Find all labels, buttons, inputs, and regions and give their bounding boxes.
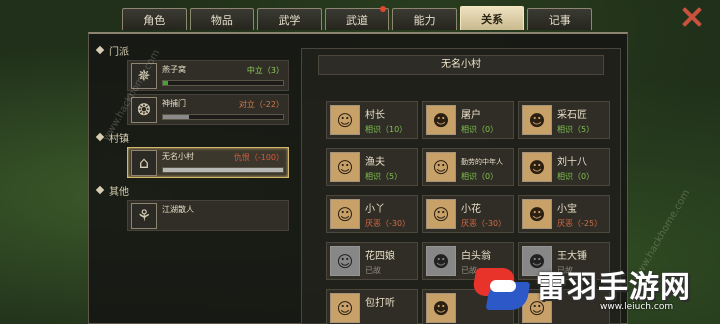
tab-label: 武学 — [278, 13, 301, 27]
tab-label: 物品 — [210, 13, 233, 27]
faction-list: 门派 ✵ 燕子窝 中立（3） ❂ 神捕门 对立（-22） 村镇 ⌂ 无名小村 仇恨（-100） 其他 ⚘… — [93, 38, 293, 322]
npc-status: 相识（0） — [461, 172, 499, 181]
diamond-icon — [95, 185, 105, 195]
relation-status: 对立（-22） — [238, 99, 284, 109]
faction-info: 神捕门 对立（-22） — [162, 97, 288, 123]
relation-bar — [162, 79, 284, 86]
tab-label: 记事 — [548, 13, 571, 27]
section-label: 其他 — [109, 186, 129, 198]
section-header[interactable]: 村镇 — [95, 129, 293, 145]
npc-status: 厌恶（-30） — [365, 219, 411, 228]
tab-1[interactable]: 物品 — [189, 8, 255, 30]
section-label: 门派 — [109, 46, 129, 58]
npc-name: 小丫 — [365, 204, 385, 215]
npc-card[interactable]: ☺ 渔夫相识（5） — [326, 148, 418, 186]
npc-name: 花四娘 — [365, 251, 395, 262]
tab-3[interactable]: 武道 — [324, 6, 390, 30]
npc-status: 相识（10） — [365, 125, 408, 134]
relation-bar — [162, 166, 284, 173]
npc-portrait-icon: ☺ — [330, 293, 360, 323]
npc-name: 村长 — [365, 110, 385, 121]
tab-2[interactable]: 武学 — [257, 8, 322, 30]
npc-portrait-icon: ☻ — [522, 152, 552, 182]
faction-entry[interactable]: ⌂ 无名小村 仇恨（-100） — [127, 147, 289, 178]
npc-portrait-icon: ☺ — [330, 246, 360, 276]
relation-bar-fill — [163, 114, 190, 119]
npc-status: 相识（5） — [557, 125, 595, 134]
faction-name: 神捕门 — [162, 98, 186, 108]
tab-5[interactable]: 关系 — [459, 6, 525, 30]
npc-card[interactable]: ☺ 小花厌恶（-30） — [422, 195, 514, 233]
faction-emblem-icon: ⚘ — [131, 202, 157, 229]
npc-card[interactable]: ☺ 包打听 — [326, 289, 418, 324]
notification-dot-icon — [380, 6, 387, 12]
tab-4[interactable]: 能力 — [392, 8, 457, 30]
npc-status: 厌恶（-25） — [557, 219, 603, 228]
npc-card[interactable]: ☺ 勤劳的中年人 相识（0） — [422, 148, 514, 186]
faction-info: 燕子窝 中立（3） — [162, 63, 288, 89]
npc-portrait-icon: ☺ — [330, 152, 360, 182]
npc-name: 采石匠 — [557, 110, 587, 121]
npc-name: 勤劳的中年人 — [461, 158, 503, 166]
npc-status: 相识（0） — [557, 172, 595, 181]
site-logo: 雷羽手游网 www.leiuch.com — [470, 258, 720, 324]
tab-6[interactable]: 记事 — [527, 8, 593, 30]
relation-bar — [162, 113, 284, 120]
section-header[interactable]: 门派 — [95, 42, 293, 58]
tab-label: 武道 — [346, 13, 369, 27]
tab-label: 能力 — [413, 13, 436, 27]
tab-0[interactable]: 角色 — [122, 8, 187, 30]
npc-name: 刘十八 — [557, 157, 587, 168]
relation-bar-fill — [163, 167, 283, 172]
tab-label: 关系 — [481, 12, 504, 26]
relation-bar-fill — [163, 80, 168, 85]
npc-portrait-icon: ☺ — [426, 152, 456, 182]
diamond-icon — [95, 45, 105, 55]
faction-entry[interactable]: ⚘ 江湖散人 — [127, 200, 289, 231]
npc-portrait-icon: ☻ — [426, 246, 456, 276]
tab-bar: 角色 物品 武学 武道 能力 关系 记事 — [122, 6, 593, 32]
faction-name: 江湖散人 — [162, 204, 194, 214]
village-title: 无名小村 — [318, 55, 604, 75]
npc-card[interactable]: ☻ 屠户相识（0） — [422, 101, 514, 139]
logo-url: www.leiuch.com — [600, 302, 674, 312]
close-icon[interactable] — [680, 5, 704, 29]
npc-status: 相识（5） — [365, 172, 403, 181]
logo-mark-icon — [471, 262, 532, 314]
npc-card[interactable]: ☻ 小宝厌恶（-25） — [518, 195, 610, 233]
faction-name: 燕子窝 — [162, 64, 186, 74]
npc-name: 渔夫 — [365, 157, 385, 168]
logo-brand: 雷羽手游网 — [536, 270, 691, 305]
faction-name: 无名小村 — [162, 151, 194, 161]
section-items: ⚘ 江湖散人 — [127, 200, 293, 231]
faction-emblem-icon: ⌂ — [131, 149, 157, 176]
npc-status: 相识（0） — [461, 125, 499, 134]
npc-name: 小花 — [461, 204, 481, 215]
npc-portrait-icon: ☻ — [522, 105, 552, 135]
relation-status: 仇恨（-100） — [233, 152, 284, 162]
relation-status: 中立（3） — [246, 65, 284, 75]
npc-card[interactable]: ☺ 小丫厌恶（-30） — [326, 195, 418, 233]
npc-card[interactable]: ☻ 采石匠相识（5） — [518, 101, 610, 139]
section-items: ⌂ 无名小村 仇恨（-100） — [127, 147, 293, 178]
faction-info: 无名小村 仇恨（-100） — [162, 150, 288, 176]
npc-status: 厌恶（-30） — [461, 219, 507, 228]
section-header[interactable]: 其他 — [95, 182, 293, 198]
faction-info: 江湖散人 — [162, 203, 288, 229]
npc-status: 已故 — [365, 266, 381, 275]
npc-portrait-icon: ☻ — [426, 105, 456, 135]
faction-entry[interactable]: ❂ 神捕门 对立（-22） — [127, 94, 289, 125]
npc-name: 小宝 — [557, 204, 577, 215]
npc-portrait-icon: ☺ — [330, 199, 360, 229]
npc-name: 包打听 — [365, 298, 395, 309]
npc-portrait-icon: ☻ — [426, 293, 456, 323]
npc-card[interactable]: ☻ 刘十八相识（0） — [518, 148, 610, 186]
tab-label: 角色 — [143, 13, 166, 27]
npc-card[interactable]: ☺ 村长相识（10） — [326, 101, 418, 139]
npc-portrait-icon: ☻ — [522, 199, 552, 229]
npc-card[interactable]: ☺ 花四娘已故 — [326, 242, 418, 280]
npc-name: 屠户 — [461, 110, 481, 121]
npc-portrait-icon: ☺ — [426, 199, 456, 229]
npc-portrait-icon: ☺ — [330, 105, 360, 135]
